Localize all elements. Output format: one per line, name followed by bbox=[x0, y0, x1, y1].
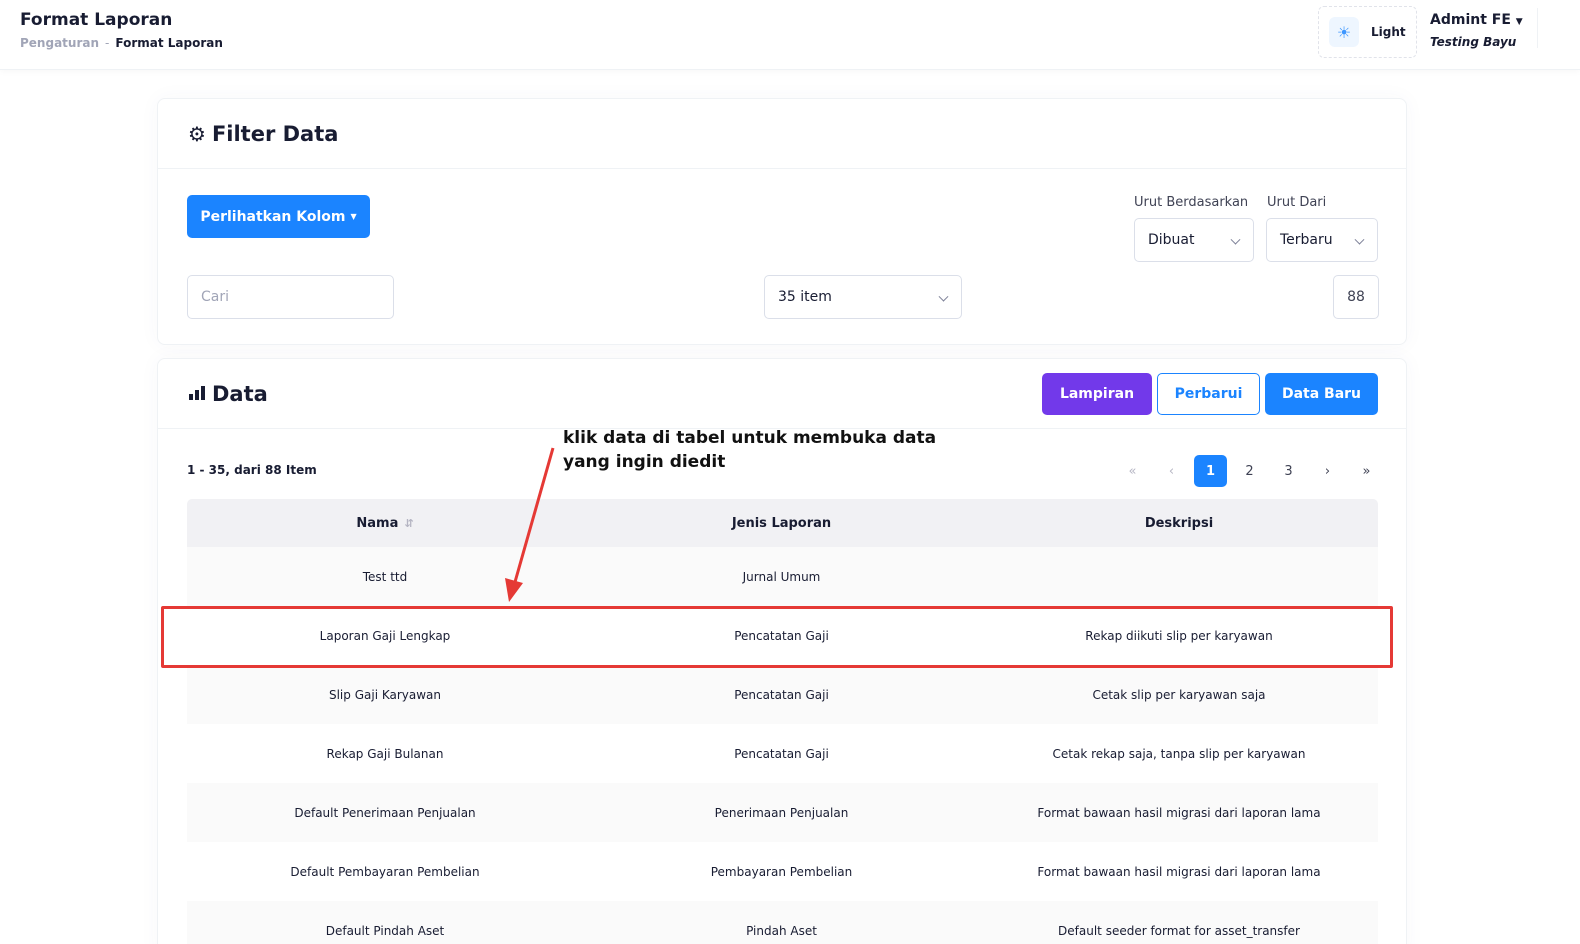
table-row[interactable]: Test ttd Jurnal Umum bbox=[187, 547, 1378, 606]
cell-deskripsi: Format bawaan hasil migrasi dari laporan… bbox=[1037, 864, 1321, 879]
cell-jenis: Pencatatan Gaji bbox=[734, 628, 829, 643]
show-columns-label: Perlihatkan Kolom bbox=[200, 208, 346, 225]
caret-down-icon: ▼ bbox=[350, 212, 357, 221]
total-count-badge: 88 bbox=[1333, 275, 1379, 319]
table-row[interactable]: Laporan Gaji Lengkap Pencatatan Gaji Rek… bbox=[187, 606, 1378, 665]
new-data-button[interactable]: Data Baru bbox=[1265, 373, 1378, 415]
cell-nama: Rekap Gaji Bulanan bbox=[326, 746, 444, 761]
bar-chart-icon bbox=[188, 382, 206, 406]
filter-card-header: ⚙ Filter Data bbox=[158, 99, 1406, 169]
theme-toggle-button[interactable]: ☀ Light bbox=[1318, 6, 1417, 58]
cell-deskripsi: Rekap diikuti slip per karyawan bbox=[1085, 628, 1273, 643]
top-header: Format Laporan Pengaturan - Format Lapor… bbox=[0, 0, 1580, 70]
sort-by-value: Dibuat bbox=[1148, 232, 1195, 248]
cell-deskripsi: Cetak rekap saja, tanpa slip per karyawa… bbox=[1052, 746, 1306, 761]
pagination-last[interactable]: » bbox=[1347, 455, 1386, 487]
sort-by-label: Urut Berdasarkan bbox=[1134, 195, 1249, 210]
table-row[interactable]: Default Penerimaan Penjualan Penerimaan … bbox=[187, 783, 1378, 842]
cell-deskripsi: Cetak slip per karyawan saja bbox=[1092, 687, 1266, 702]
sun-icon: ☀ bbox=[1329, 17, 1359, 47]
breadcrumb-separator: - bbox=[105, 36, 110, 50]
pagination-first[interactable]: « bbox=[1113, 455, 1152, 487]
pagination-next[interactable]: › bbox=[1308, 455, 1347, 487]
table-row[interactable]: Default Pembayaran Pembelian Pembayaran … bbox=[187, 842, 1378, 901]
cell-jenis: Pembayaran Pembelian bbox=[710, 864, 853, 879]
filter-card: ⚙ Filter Data Perlihatkan Kolom ▼ Urut B… bbox=[157, 98, 1407, 345]
pagination: « ‹ 1 2 3 › » bbox=[1113, 455, 1386, 487]
pagination-page-3[interactable]: 3 bbox=[1269, 455, 1308, 487]
pagination-page-1[interactable]: 1 bbox=[1194, 455, 1227, 487]
pagination-prev[interactable]: ‹ bbox=[1152, 455, 1191, 487]
column-header-jenis: Jenis Laporan bbox=[731, 515, 832, 531]
cell-nama: Slip Gaji Karyawan bbox=[328, 687, 442, 702]
cell-nama: Default Pembayaran Pembelian bbox=[290, 864, 480, 879]
caret-down-icon: ▼ bbox=[1515, 17, 1523, 27]
attachment-button[interactable]: Lampiran bbox=[1042, 373, 1152, 415]
range-text: 1 - 35, dari 88 Item bbox=[187, 463, 317, 477]
cell-jenis: Penerimaan Penjualan bbox=[714, 805, 849, 820]
cell-deskripsi bbox=[980, 547, 1378, 606]
per-page-value: 35 item bbox=[778, 289, 832, 305]
cell-nama: Default Penerimaan Penjualan bbox=[294, 805, 476, 820]
sort-by-select[interactable]: Dibuat bbox=[1134, 218, 1254, 262]
chevron-down-icon bbox=[1354, 234, 1365, 245]
filter-title: Filter Data bbox=[211, 121, 339, 146]
breadcrumb: Pengaturan - Format Laporan bbox=[20, 36, 223, 50]
data-table: Nama ⇵ Jenis Laporan Deskripsi Test ttd … bbox=[187, 499, 1378, 944]
column-header-nama[interactable]: Nama ⇵ bbox=[187, 499, 583, 547]
sort-order-value: Terbaru bbox=[1280, 232, 1333, 248]
cell-nama: Test ttd bbox=[362, 569, 408, 584]
chevron-down-icon bbox=[938, 291, 949, 302]
cell-jenis: Pencatatan Gaji bbox=[734, 687, 829, 702]
breadcrumb-parent[interactable]: Pengaturan bbox=[20, 36, 99, 50]
breadcrumb-current: Format Laporan bbox=[115, 36, 223, 50]
cell-jenis: Pindah Aset bbox=[746, 923, 817, 938]
cell-deskripsi: Default seeder format for asset_transfer bbox=[1058, 923, 1300, 938]
gear-icon: ⚙ bbox=[188, 121, 206, 146]
sort-order-select[interactable]: Terbaru bbox=[1266, 218, 1378, 262]
cell-jenis: Pencatatan Gaji bbox=[734, 746, 829, 761]
sort-icon: ⇵ bbox=[404, 516, 414, 530]
header-divider bbox=[1537, 8, 1538, 48]
user-name: Admint FE bbox=[1430, 12, 1511, 28]
cell-nama: Laporan Gaji Lengkap bbox=[319, 628, 451, 643]
user-subtitle: Testing Bayu bbox=[1430, 35, 1517, 49]
cell-jenis: Jurnal Umum bbox=[742, 569, 821, 584]
user-menu-button[interactable]: Admint FE ▼ bbox=[1430, 12, 1523, 28]
refresh-button[interactable]: Perbarui bbox=[1157, 373, 1260, 415]
data-title: Data bbox=[212, 381, 268, 406]
cell-deskripsi: Format bawaan hasil migrasi dari laporan… bbox=[1037, 805, 1321, 820]
cell-nama: Default Pindah Aset bbox=[325, 923, 445, 938]
column-header-label: Nama bbox=[356, 515, 399, 531]
table-row[interactable]: Slip Gaji Karyawan Pencatatan Gaji Cetak… bbox=[187, 665, 1378, 724]
pagination-page-2[interactable]: 2 bbox=[1230, 455, 1269, 487]
page-title: Format Laporan bbox=[20, 10, 173, 30]
column-header-deskripsi: Deskripsi bbox=[1144, 515, 1214, 531]
per-page-select[interactable]: 35 item bbox=[764, 275, 962, 319]
table-row[interactable]: Default Pindah Aset Pindah Aset Default … bbox=[187, 901, 1378, 944]
sort-order-label: Urut Dari bbox=[1267, 195, 1327, 210]
annotation-text: klik data di tabel untuk membuka data ya… bbox=[563, 428, 937, 472]
chevron-down-icon bbox=[1230, 234, 1241, 245]
table-header: Nama ⇵ Jenis Laporan Deskripsi bbox=[187, 499, 1378, 547]
theme-label: Light bbox=[1371, 25, 1406, 39]
show-columns-button[interactable]: Perlihatkan Kolom ▼ bbox=[187, 195, 370, 238]
table-row[interactable]: Rekap Gaji Bulanan Pencatatan Gaji Cetak… bbox=[187, 724, 1378, 783]
search-input[interactable] bbox=[187, 275, 394, 319]
